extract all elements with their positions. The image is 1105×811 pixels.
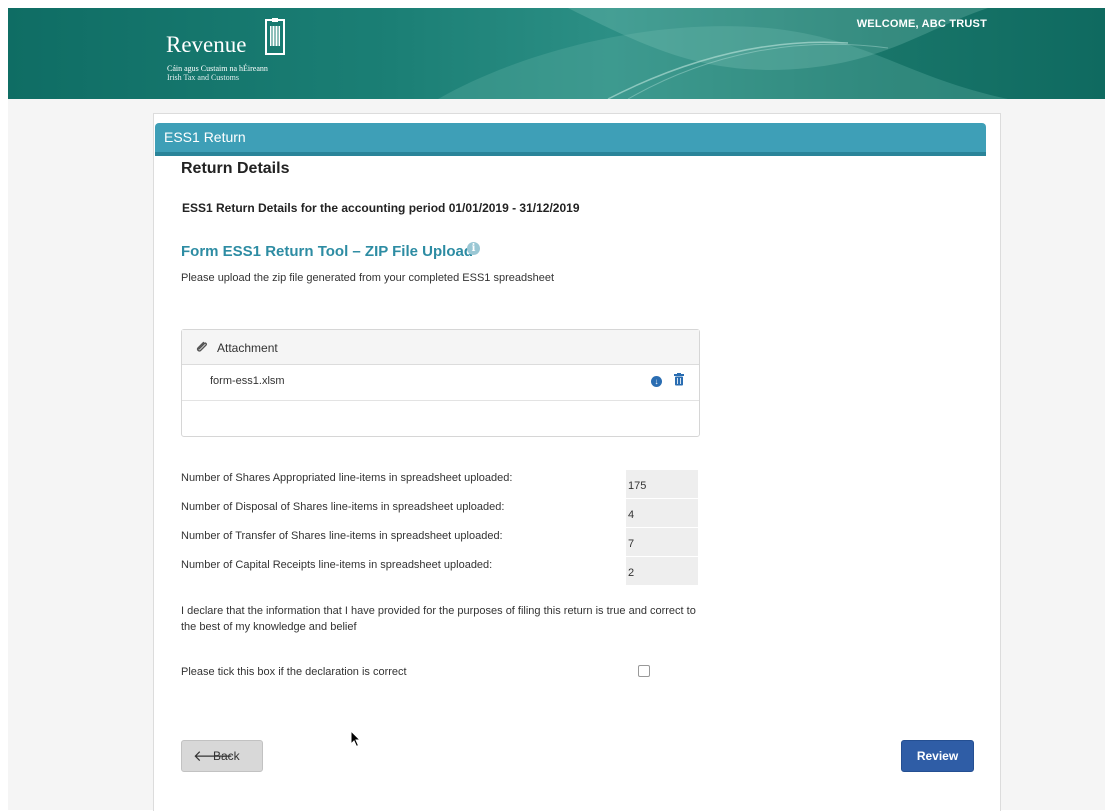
- declaration-text: I declare that the information that I ha…: [181, 605, 696, 633]
- left-margin: [0, 0, 8, 810]
- attachment-box: Attachment form-ess1.xlsm ↓: [181, 329, 700, 437]
- harp-icon: [265, 18, 285, 55]
- count-value-shares-appropriated: 175: [626, 470, 698, 499]
- attachment-label: Attachment: [217, 341, 278, 355]
- brand-english-name: Irish Tax and Customs: [167, 73, 239, 82]
- attachment-row: form-ess1.xlsm ↓: [182, 365, 699, 401]
- declaration-checkbox[interactable]: [638, 665, 650, 677]
- brand-irish-name: Cáin agus Custaim na hÉireann: [167, 64, 268, 73]
- count-value-text: 175: [628, 480, 647, 492]
- panel-title: ESS1 Return: [164, 129, 246, 145]
- count-value-capital-receipts: 2: [626, 557, 698, 586]
- paperclip-icon: [196, 341, 208, 352]
- count-value-disposal: 4: [626, 499, 698, 528]
- count-value-text: 7: [628, 538, 635, 550]
- count-label-capital-receipts: Number of Capital Receipts line-items in…: [181, 559, 493, 571]
- count-label-disposal: Number of Disposal of Shares line-items …: [181, 501, 505, 513]
- upload-instruction: Please upload the zip file generated fro…: [181, 272, 555, 284]
- review-button[interactable]: Review: [901, 740, 974, 772]
- section-heading: Return Details: [181, 160, 290, 177]
- count-value-transfer: 7: [626, 528, 698, 557]
- brand-name: Revenue: [166, 32, 247, 57]
- count-value-text: 2: [628, 567, 635, 579]
- count-value-text: 4: [628, 509, 635, 521]
- panel-header: ESS1 Return: [155, 123, 986, 156]
- site-header: Revenue Cáin agus Custaim na hÉireann Ir…: [8, 8, 1105, 99]
- mouse-cursor-icon: [350, 730, 362, 748]
- attachment-file-name[interactable]: form-ess1.xlsm: [210, 375, 285, 387]
- download-icon[interactable]: ↓: [651, 376, 662, 387]
- back-button[interactable]: 🡐 Back: [181, 740, 263, 772]
- attachment-header: Attachment: [182, 330, 699, 365]
- back-button-label: Back: [213, 749, 240, 763]
- trash-icon[interactable]: [674, 373, 684, 386]
- accounting-period-text: ESS1 Return Details for the accounting p…: [182, 201, 580, 215]
- welcome-user: WELCOME, ABC TRUST: [856, 18, 987, 30]
- declaration-tick-label: Please tick this box if the declaration …: [181, 666, 407, 678]
- tool-heading: Form ESS1 Return Tool – ZIP File Upload: [181, 243, 473, 260]
- count-label-transfer: Number of Transfer of Shares line-items …: [181, 530, 503, 542]
- main-panel: [153, 113, 1001, 811]
- count-label-shares-appropriated: Number of Shares Appropriated line-items…: [181, 472, 513, 484]
- info-icon[interactable]: i: [467, 242, 480, 255]
